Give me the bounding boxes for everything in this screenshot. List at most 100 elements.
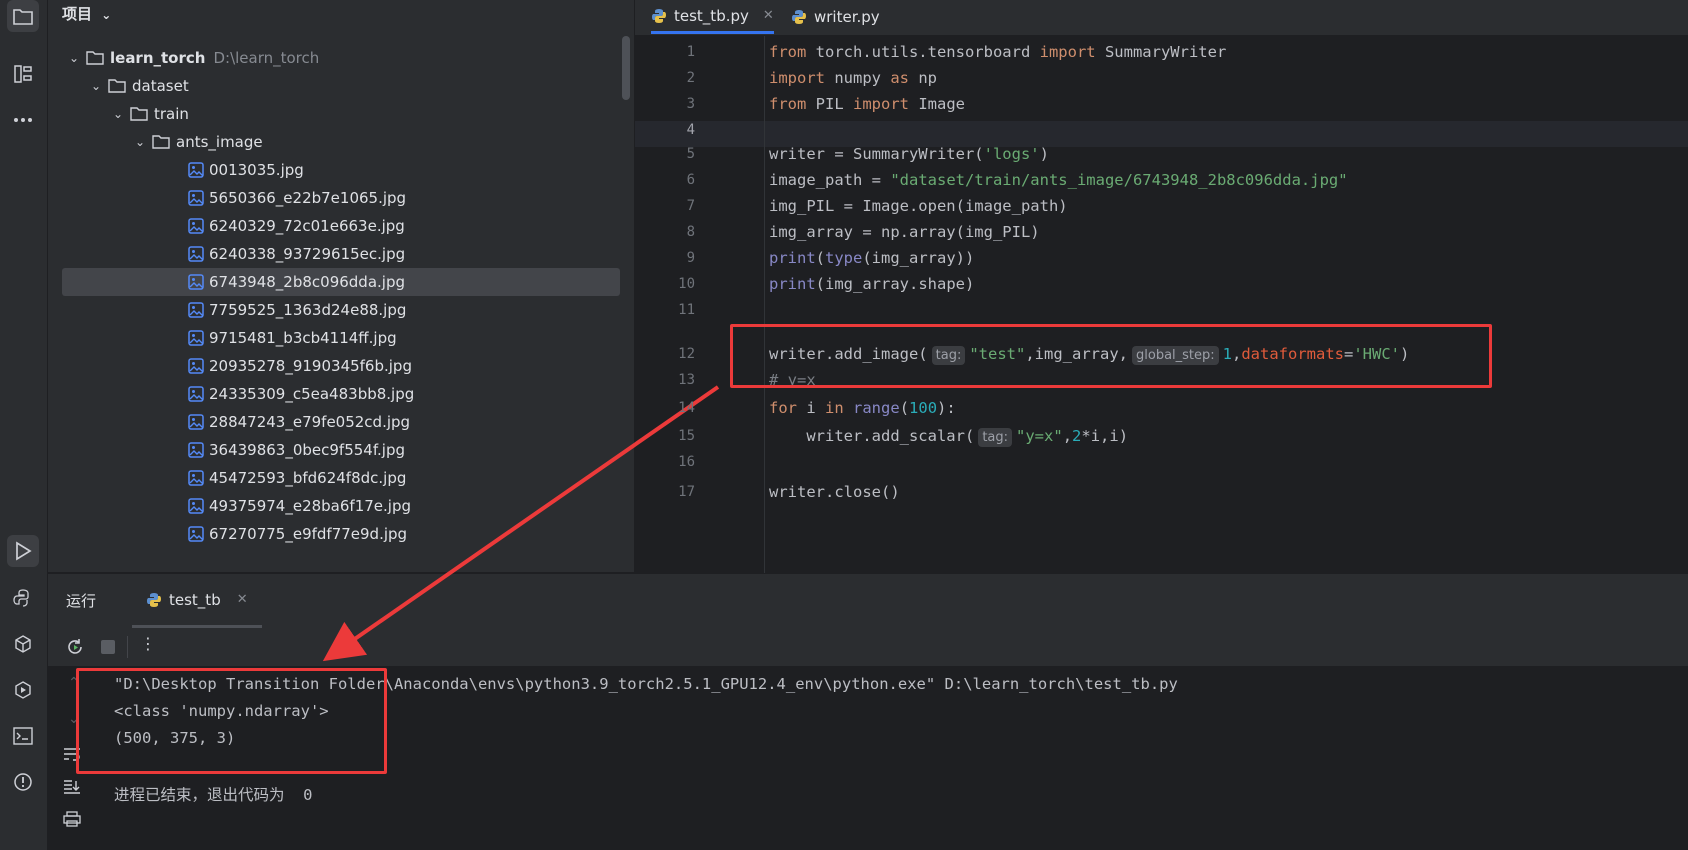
tree-item-label: dataset (132, 77, 189, 95)
code-line-2[interactable]: import numpy as np (769, 66, 937, 91)
file-name: 28847243_e79fe052cd.jpg (209, 413, 411, 431)
code-text: np (909, 69, 937, 87)
run-tab-label[interactable]: 运行 (66, 590, 96, 611)
string-literal: 'logs' (983, 145, 1040, 163)
file-name: 45472593_bfd624f8dc.jpg (209, 469, 407, 487)
code-text: img_PIL = Image.open(image_path) (769, 197, 1068, 215)
toolbar-divider (127, 636, 128, 658)
file-item[interactable]: 20935278_9190345f6b.jpg (188, 352, 412, 380)
structure-icon[interactable] (7, 58, 39, 90)
services-icon[interactable] (7, 674, 39, 706)
close-icon[interactable]: ✕ (763, 8, 774, 23)
string-literal: "dataset/train/ants_image/6743948_2b8c09… (890, 171, 1348, 189)
line-number: 8 (686, 224, 695, 240)
python-console-icon[interactable] (7, 582, 39, 614)
chevron-down-icon: ⌄ (112, 107, 124, 121)
file-item[interactable]: 28847243_e79fe052cd.jpg (188, 408, 410, 436)
file-item[interactable]: 24335309_c5ea483bb8.jpg (188, 380, 414, 408)
code-text: torch.utils.tensorboard (806, 43, 1040, 61)
tab-writer-py[interactable]: writer.py (791, 0, 880, 34)
code-line-10[interactable]: print(img_array.shape) (769, 272, 974, 297)
code-text: SummaryWriter (1095, 43, 1227, 61)
print-icon[interactable] (63, 811, 81, 827)
code-line-6[interactable]: image_path = "dataset/train/ants_image/6… (769, 168, 1348, 193)
annotation-box-code (730, 324, 1492, 388)
file-item[interactable]: 45472593_bfd624f8dc.jpg (188, 464, 406, 492)
code-line-5[interactable]: writer = SummaryWriter('logs') (769, 142, 1049, 167)
builtin: range (853, 399, 900, 417)
tree-item-label: learn_torch (110, 49, 206, 67)
file-item[interactable]: 0013035.jpg (188, 156, 304, 184)
more-options-icon[interactable]: ⋮ (140, 634, 156, 653)
line-number: 3 (686, 96, 695, 112)
tab-test-tb-py[interactable]: test_tb.py ✕ (651, 0, 774, 34)
file-item[interactable]: 6743948_2b8c096dda.jpg (62, 268, 620, 296)
code-line-7[interactable]: img_PIL = Image.open(image_path) (769, 194, 1068, 219)
python-packages-icon[interactable] (7, 628, 39, 660)
code-line-9[interactable]: print(type(img_array)) (769, 246, 974, 271)
keyword: as (890, 69, 909, 87)
code-text: img_array = np.array(img_PIL) (769, 223, 1040, 241)
code-text: i (797, 399, 825, 417)
file-item[interactable]: 6240329_72c01e663e.jpg (188, 212, 405, 240)
image-file-icon (188, 414, 204, 430)
tab-label: writer.py (814, 8, 880, 26)
more-tools-icon[interactable] (7, 104, 39, 136)
number-literal: 2 (1072, 427, 1082, 445)
file-name: 0013035.jpg (209, 161, 304, 179)
code-text: , (1062, 427, 1073, 445)
line-number: 1 (686, 44, 695, 60)
stop-icon[interactable] (101, 640, 115, 654)
file-item[interactable]: 6240338_93729615ec.jpg (188, 240, 405, 268)
scroll-to-end-icon[interactable] (63, 779, 81, 795)
project-folder-icon[interactable] (7, 0, 39, 32)
code-line-17[interactable]: writer.close() (769, 480, 900, 505)
terminal-icon[interactable] (7, 720, 39, 752)
tree-item-learn-torch[interactable]: ⌄ learn_torch D:\learn_torch (66, 44, 319, 72)
code-line-14[interactable]: for i in range(100): (769, 396, 956, 421)
close-icon[interactable]: ✕ (237, 592, 248, 607)
run-config-label: test_tb (169, 590, 221, 609)
folder-icon (86, 51, 104, 65)
file-item[interactable]: 36439863_0bec9f554f.jpg (188, 436, 405, 464)
code-text: (img_array)) (862, 249, 975, 267)
code-line-15[interactable]: writer.add_scalar(tag: "y=x",2*i,i) (769, 424, 1128, 449)
code-text: ( (815, 249, 826, 267)
rerun-icon[interactable] (66, 638, 84, 656)
code-text: *i,i) (1081, 427, 1129, 445)
image-file-icon (188, 470, 204, 486)
run-icon[interactable] (7, 535, 39, 567)
code-line-8[interactable]: img_array = np.array(img_PIL) (769, 220, 1040, 245)
image-file-icon (188, 358, 204, 374)
file-item[interactable]: 67270775_e9fdf77e9d.jpg (188, 520, 407, 548)
folder-icon (108, 79, 126, 93)
code-line-3[interactable]: from PIL import Image (769, 92, 965, 117)
gutter-divider (764, 36, 765, 573)
chevron-down-icon: ⌄ (90, 79, 102, 93)
tree-item-ants-image[interactable]: ⌄ ants_image (132, 128, 263, 156)
code-line-1[interactable]: from torch.utils.tensorboard import Summ… (769, 40, 1226, 65)
code-text: ( (899, 399, 910, 417)
console-line-exit: 进程已结束，退出代码为 0 (114, 786, 313, 804)
file-item[interactable]: 49375974_e28ba6f17e.jpg (188, 492, 411, 520)
file-name: 6743948_2b8c096dda.jpg (209, 273, 406, 291)
annotation-box-output (76, 668, 387, 774)
image-file-icon (188, 330, 204, 346)
file-name: 6240329_72c01e663e.jpg (209, 217, 405, 235)
tree-item-train[interactable]: ⌄ train (110, 100, 189, 128)
code-text: PIL (806, 95, 853, 113)
problems-icon[interactable] (7, 766, 39, 798)
code-text: image_path = (769, 171, 891, 189)
file-item[interactable]: 7759525_1363d24e88.jpg (188, 296, 406, 324)
run-config-tab[interactable]: test_tb ✕ (132, 574, 262, 628)
image-file-icon (188, 162, 204, 178)
project-scrollbar[interactable] (622, 36, 630, 100)
code-text: Image (909, 95, 965, 113)
file-name: 6240338_93729615ec.jpg (209, 245, 406, 263)
code-text: writer.add_scalar( (769, 427, 975, 445)
file-item[interactable]: 9715481_b3cb4114ff.jpg (188, 324, 397, 352)
file-item[interactable]: 5650366_e22b7e1065.jpg (188, 184, 406, 212)
tree-item-dataset[interactable]: ⌄ dataset (88, 72, 189, 100)
builtin: print (769, 249, 816, 267)
project-panel-title[interactable]: 项目 ⌄ (62, 3, 111, 24)
